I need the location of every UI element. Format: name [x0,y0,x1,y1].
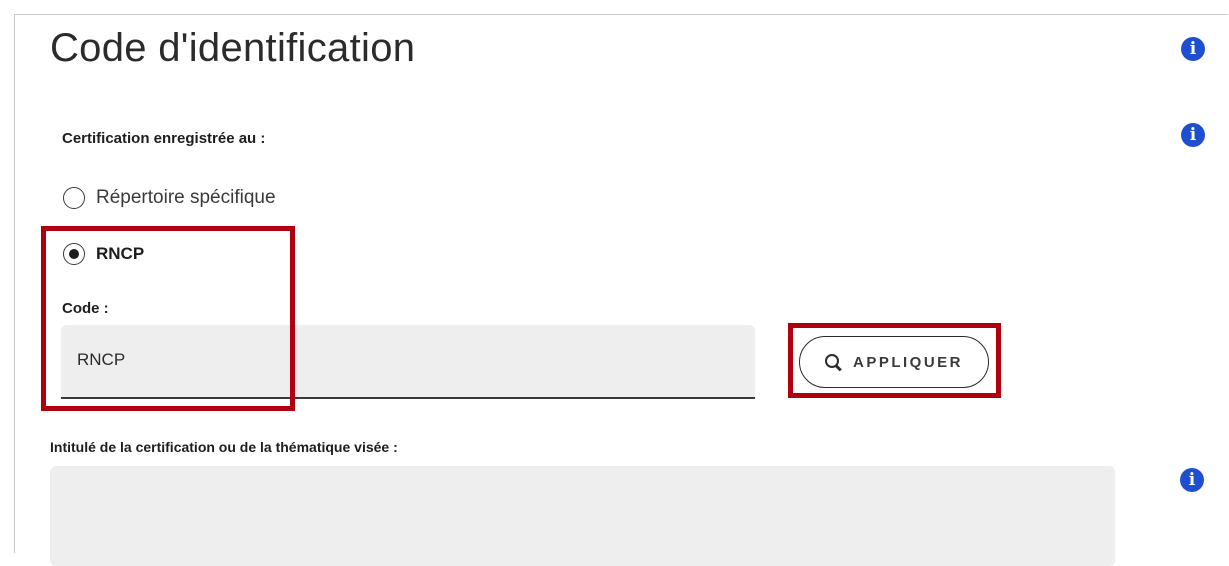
intitule-textarea[interactable] [50,466,1115,566]
intitule-label: Intitulé de la certification ou de la th… [50,439,398,455]
info-icon[interactable]: i [1181,37,1205,61]
radio-label: Répertoire spécifique [96,187,276,208]
radio-button[interactable] [63,187,85,209]
registration-label: Certification enregistrée au : [62,130,266,147]
info-icon[interactable]: i [1180,468,1204,492]
section-title: Code d'identification [50,26,416,70]
highlight-box-apply-button [788,323,1001,398]
info-icon[interactable]: i [1181,123,1205,147]
highlight-box-rncp-code [41,226,295,411]
radio-option-repertoire[interactable]: Répertoire spécifique [63,187,276,209]
